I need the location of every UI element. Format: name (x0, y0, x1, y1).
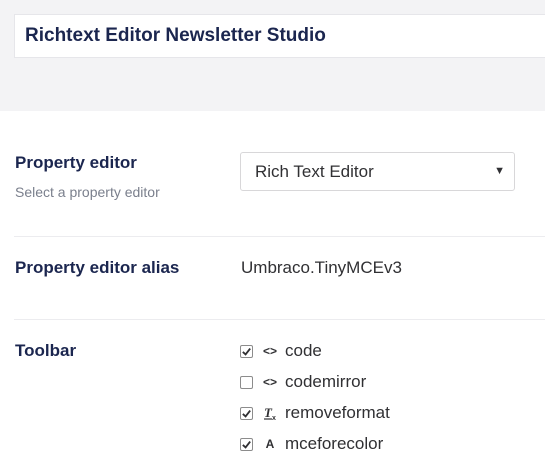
toolbar-option-code[interactable]: <> code (240, 340, 322, 362)
font-color-icon: A (265, 437, 275, 451)
checkbox-removeformat[interactable] (240, 406, 253, 420)
toolbar-option-label: code (285, 341, 322, 360)
toolbar-option-label: removeformat (285, 403, 390, 422)
toolbar-option-label: mceforecolor (285, 434, 384, 453)
code-icon: <> (262, 375, 277, 389)
checkbox-mceforecolor[interactable] (240, 437, 253, 451)
divider (14, 319, 545, 320)
property-editor-select[interactable]: Rich Text Editor ▼ (240, 152, 515, 191)
toolbar-option-removeformat[interactable]: Tx removeformat (240, 402, 390, 424)
toolbar-label: Toolbar (15, 341, 77, 360)
toolbar-option-label: codemirror (285, 372, 367, 391)
svg-text:x: x (272, 415, 276, 421)
divider (14, 236, 545, 237)
checkbox-code[interactable] (240, 344, 253, 358)
checkmark-icon (242, 440, 251, 449)
toolbar-option-codemirror[interactable]: <> codemirror (240, 371, 366, 393)
property-editor-label: Property editor (15, 153, 137, 172)
code-icon: <> (262, 344, 277, 358)
property-editor-description: Select a property editor (15, 184, 160, 200)
remove-format-icon: Tx (258, 405, 282, 421)
property-editor-selected-value: Rich Text Editor (255, 162, 374, 181)
property-editor-alias-label: Property editor alias (15, 258, 180, 277)
toolbar-option-mceforecolor[interactable]: A mceforecolor (240, 433, 383, 455)
checkmark-icon (242, 409, 251, 418)
property-editor-alias-value: Umbraco.TinyMCEv3 (241, 258, 402, 277)
document-name-input[interactable] (14, 14, 545, 58)
editor-header (0, 0, 545, 111)
checkmark-icon (242, 347, 251, 356)
chevron-down-icon: ▼ (494, 165, 505, 177)
checkbox-codemirror[interactable] (240, 375, 253, 389)
